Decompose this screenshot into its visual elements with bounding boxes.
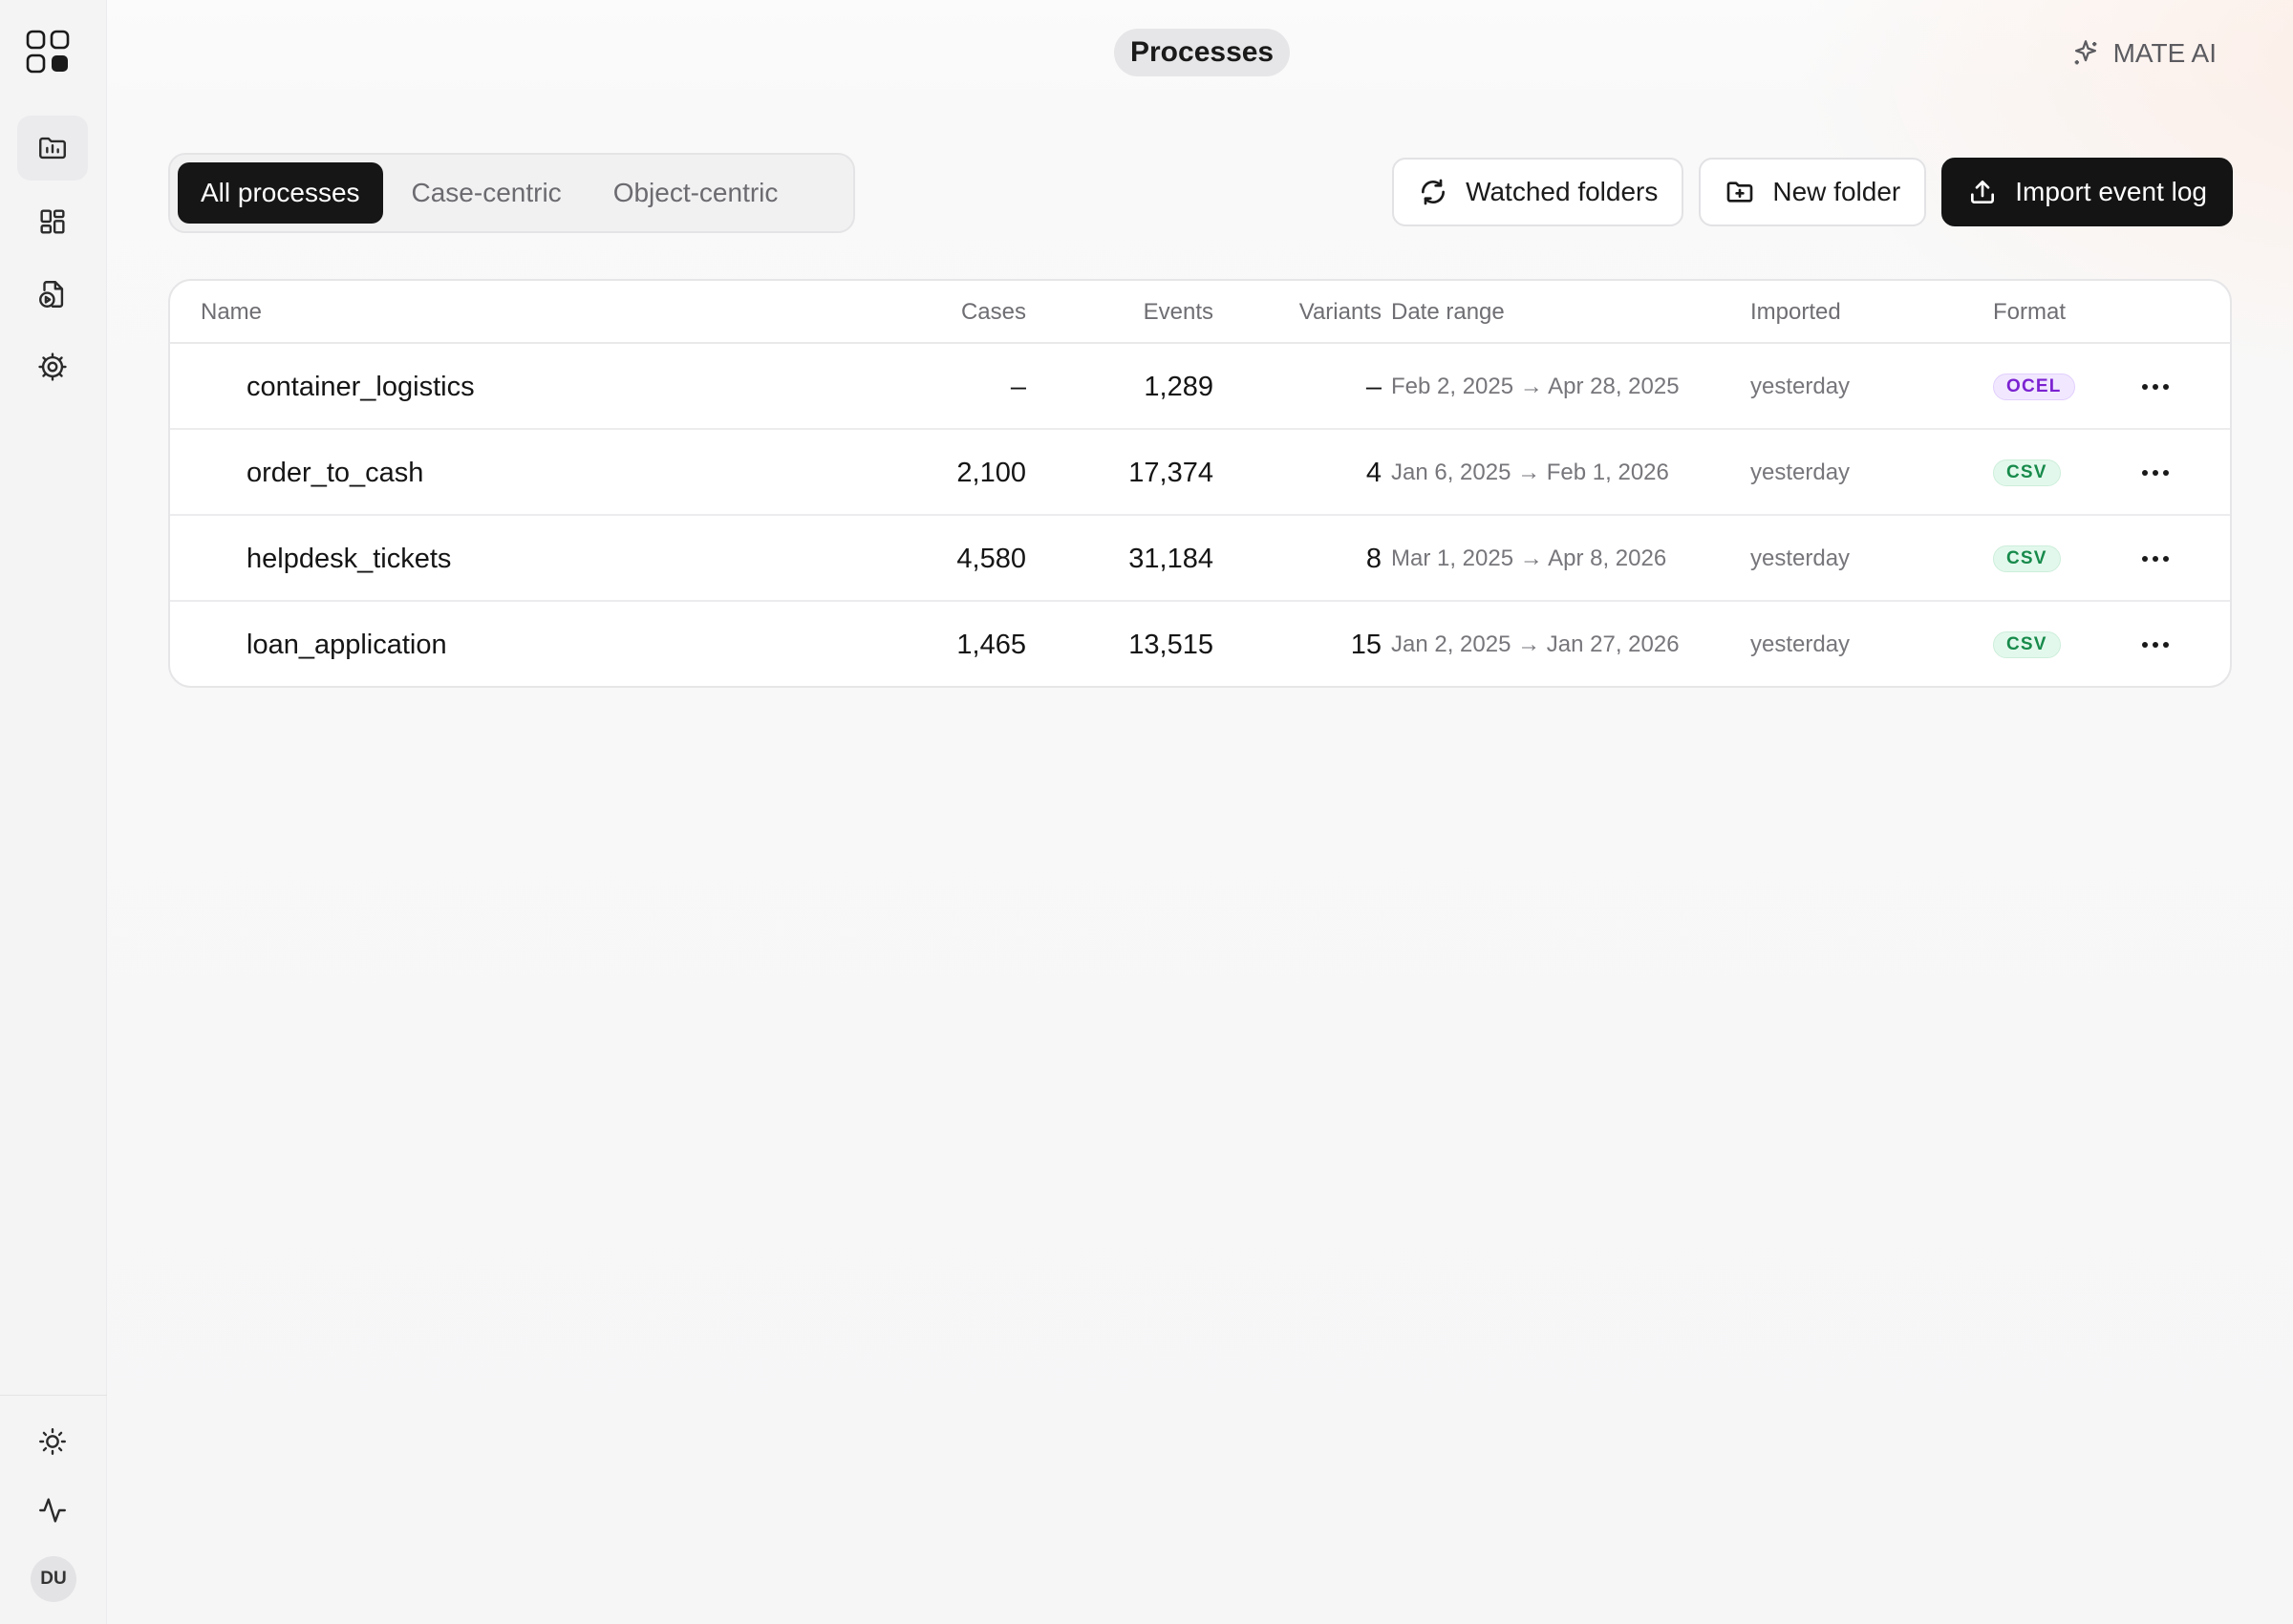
column-header-date-range[interactable]: Date range xyxy=(1391,281,1505,344)
column-header-variants[interactable]: Variants xyxy=(1299,281,1382,344)
import-event-log-label: Import event log xyxy=(2015,177,2207,206)
format-cell: CSV xyxy=(1993,516,2061,602)
folder-chart-icon xyxy=(39,137,66,160)
watched-folders-button[interactable]: Watched folders xyxy=(1392,158,1684,226)
tab-all-processes[interactable]: All processes xyxy=(178,162,383,224)
more-horizontal-icon xyxy=(2142,556,2169,562)
table-row[interactable]: helpdesk_tickets 4,580 31,184 8 Mar 1, 2… xyxy=(170,516,2230,602)
mate-ai-label: MATE AI xyxy=(2112,38,2217,68)
new-folder-label: New folder xyxy=(1772,177,1901,206)
watched-folders-label: Watched folders xyxy=(1466,177,1659,206)
toolbar-actions: Watched folders New folder Import event … xyxy=(1392,158,2233,226)
folder-plus-icon xyxy=(1727,182,1753,203)
table-header: Name Cases Events Variants Date range Im… xyxy=(170,281,2230,344)
row-more-button[interactable] xyxy=(2132,344,2178,430)
tab-case-centric[interactable]: Case-centric xyxy=(389,162,585,224)
date-range-value: Jan 2, 2025 → Jan 27, 2026 xyxy=(1391,631,1680,657)
row-more-button[interactable] xyxy=(2132,430,2178,516)
process-name[interactable]: helpdesk_tickets xyxy=(246,516,451,602)
sparkle-icon xyxy=(2074,40,2096,65)
imported-value: yesterday xyxy=(1750,545,1851,571)
cases-value: 4,580 xyxy=(956,543,1026,574)
column-header-name[interactable]: Name xyxy=(201,281,262,344)
imported-value: yesterday xyxy=(1750,459,1851,485)
format-cell: CSV xyxy=(1993,430,2061,516)
row-more-button[interactable] xyxy=(2132,516,2178,602)
column-header-events[interactable]: Events xyxy=(1144,281,1213,344)
dashboard-grid-icon xyxy=(40,209,65,234)
process-type-filter: All processes Case-centric Object-centri… xyxy=(168,153,855,233)
format-badge: CSV xyxy=(1993,631,2061,658)
table-row[interactable]: loan_application 1,465 13,515 15 Jan 2, … xyxy=(170,602,2230,686)
processes-table: Name Cases Events Variants Date range Im… xyxy=(168,279,2232,688)
import-event-log-button[interactable]: Import event log xyxy=(1941,158,2233,226)
file-play-icon xyxy=(39,281,64,308)
format-cell: OCEL xyxy=(1993,344,2075,430)
cases-value: 1,465 xyxy=(956,629,1026,660)
format-cell: CSV xyxy=(1993,602,2061,686)
sidebar: DU xyxy=(0,0,107,1624)
process-name[interactable]: order_to_cash xyxy=(246,430,423,516)
user-avatar[interactable]: DU xyxy=(31,1556,76,1602)
column-header-cases[interactable]: Cases xyxy=(961,281,1026,344)
events-value: 1,289 xyxy=(1144,371,1213,402)
page-title: Processes xyxy=(1114,29,1291,76)
refresh-icon xyxy=(1422,179,1446,205)
sidebar-item-settings[interactable] xyxy=(17,334,88,399)
imported-value: yesterday xyxy=(1750,631,1851,657)
more-horizontal-icon xyxy=(2142,384,2169,390)
events-value: 31,184 xyxy=(1128,543,1213,574)
variants-value: 8 xyxy=(1365,543,1382,574)
sidebar-item-dashboards[interactable] xyxy=(17,189,88,254)
activity-icon xyxy=(39,1498,66,1523)
date-range-value: Feb 2, 2025 → Apr 28, 2025 xyxy=(1391,374,1680,399)
sidebar-item-activity[interactable] xyxy=(17,1478,88,1543)
main-background xyxy=(107,0,2293,1624)
table-row[interactable]: order_to_cash 2,100 17,374 4 Jan 6, 2025… xyxy=(170,430,2230,516)
format-badge: CSV xyxy=(1993,545,2061,572)
gear-icon xyxy=(38,353,67,381)
mate-ai-button[interactable]: MATE AI xyxy=(2069,34,2217,73)
format-badge: OCEL xyxy=(1993,374,2075,400)
date-range-value: Jan 6, 2025 → Feb 1, 2026 xyxy=(1391,459,1669,485)
sidebar-item-theme[interactable] xyxy=(17,1409,88,1474)
sidebar-item-reports[interactable] xyxy=(17,262,88,327)
variants-value: 4 xyxy=(1365,457,1382,488)
more-horizontal-icon xyxy=(2142,470,2169,476)
cases-value: 2,100 xyxy=(956,457,1026,488)
date-range-value: Mar 1, 2025 → Apr 8, 2026 xyxy=(1391,545,1667,571)
more-horizontal-icon xyxy=(2142,642,2169,648)
events-value: 17,374 xyxy=(1128,457,1213,488)
tab-object-centric[interactable]: Object-centric xyxy=(590,162,802,224)
cases-value: – xyxy=(1010,371,1026,402)
row-more-button[interactable] xyxy=(2132,602,2178,686)
variants-value: – xyxy=(1365,371,1382,402)
table-row[interactable]: container_logistics – 1,289 – Feb 2, 202… xyxy=(170,344,2230,430)
column-header-format[interactable]: Format xyxy=(1993,281,2066,344)
new-folder-button[interactable]: New folder xyxy=(1699,158,1927,226)
sidebar-divider xyxy=(0,1395,107,1396)
process-name[interactable]: loan_application xyxy=(246,602,447,686)
format-badge: CSV xyxy=(1993,459,2061,486)
process-name[interactable]: container_logistics xyxy=(246,344,475,430)
upload-icon xyxy=(1971,181,1995,203)
imported-value: yesterday xyxy=(1750,374,1851,399)
column-header-imported[interactable]: Imported xyxy=(1750,281,1841,344)
sun-icon xyxy=(39,1428,66,1455)
events-value: 13,515 xyxy=(1128,629,1213,660)
sidebar-item-processes[interactable] xyxy=(17,116,88,181)
variants-value: 15 xyxy=(1350,629,1382,660)
app-logo-icon[interactable] xyxy=(26,30,70,74)
